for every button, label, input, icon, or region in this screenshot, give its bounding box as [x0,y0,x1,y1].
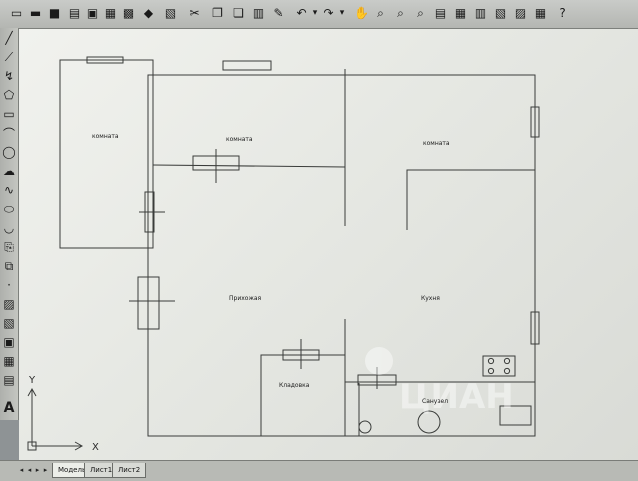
layout-tabs-bar: ◂ ◂ ▸ ▸ Модель Лист1 Лист2 [0,460,638,481]
storage-walls [260,354,345,436]
room1-label: комната [92,133,119,140]
paste-icon[interactable]: ❏ [230,4,247,22]
room2-bottom-wall [152,164,346,168]
last-tab-icon[interactable]: ▸ [42,464,49,476]
window [222,60,272,71]
calculator-icon[interactable]: ▦ [532,4,549,22]
revision-cloud-icon[interactable]: ☁ [1,163,17,179]
undo-icon[interactable]: ↶ [293,4,310,22]
toilet [358,420,372,434]
hall-label: Прихожая [229,295,262,302]
zoom-window-icon[interactable]: ⌕ [392,4,409,22]
hatch-icon[interactable]: ▨ [1,296,17,312]
room3-label: комната [423,140,450,147]
publish-icon[interactable]: ▩ [120,4,137,22]
room3-partition [406,169,535,230]
drawing-area[interactable]: ЦИАН комната комната комната Прихожая Ку… [19,29,638,460]
line-icon[interactable]: ╱ [1,30,17,46]
match-properties-icon[interactable]: ✎ [270,4,287,22]
ucs-x-label: X [92,442,99,453]
cut-icon[interactable]: ✂ [186,4,203,22]
open-folder-icon[interactable]: ▬ [27,4,44,22]
polyline-icon[interactable]: ↯ [1,68,17,84]
kitchen-label: Кухня [421,295,440,302]
ucs-icon [27,387,84,451]
stove [482,355,516,377]
circle-icon[interactable]: ◯ [1,144,17,160]
pan-icon[interactable]: ✋ [353,4,370,22]
spline-icon[interactable]: ∿ [1,182,17,198]
etransmit-icon[interactable]: ▧ [162,4,179,22]
first-tab-icon[interactable]: ◂ [18,464,25,476]
point-icon[interactable]: · [1,277,17,293]
prev-tab-icon[interactable]: ◂ [26,464,33,476]
sheet-set-icon[interactable]: ▧ [492,4,509,22]
print-icon[interactable]: ▤ [66,4,83,22]
next-tab-icon[interactable]: ▸ [34,464,41,476]
zoom-previous-icon[interactable]: ⌕ [412,4,429,22]
stove-burner [487,367,495,375]
markup-icon[interactable]: ▨ [512,4,529,22]
plot-icon[interactable]: ▦ [102,4,119,22]
gradient-icon[interactable]: ▧ [1,315,17,331]
help-icon[interactable]: ? [554,4,571,22]
clipboard-icon[interactable]: ▥ [250,4,267,22]
standard-toolbar: ▭ ▬ ■ ▤ ▣ ▦ ▩ ◆ ▧ ✂ ❐ ❏ ▥ ✎ ↶ ▾ ↷ ▾ ✋ ⌕ … [0,0,638,29]
3d-dwf-icon[interactable]: ◆ [140,4,157,22]
ucs-y-label: Y [28,375,36,386]
tool-palettes-icon[interactable]: ▥ [472,4,489,22]
undo-dropdown-icon[interactable]: ▾ [310,4,320,22]
zoom-realtime-icon[interactable]: ⌕ [372,4,389,22]
make-block-icon[interactable]: ⧉ [1,258,17,274]
ellipse-icon[interactable]: ⬭ [1,201,17,217]
preview-icon[interactable]: ▣ [84,4,101,22]
stove-burner [503,357,511,365]
construction-line-icon[interactable]: ⟋ [1,49,17,65]
region-icon[interactable]: ▣ [1,334,17,350]
ellipse-arc-icon[interactable]: ◡ [1,220,17,236]
multiline-text-icon[interactable]: A [1,400,17,416]
arc-icon[interactable]: ⌒ [1,125,17,141]
table-icon[interactable]: ▦ [1,353,17,369]
redo-dropdown-icon[interactable]: ▾ [337,4,347,22]
draw-toolbar: ╱ ⟋ ↯ ⬠ ▭ ⌒ ◯ ☁ ∿ ⬭ ◡ ⎘ ⧉ · ▨ ▧ ▣ ▦ ▤ A [0,28,19,420]
rectangle-icon[interactable]: ▭ [1,106,17,122]
boundary-icon[interactable]: ▤ [1,372,17,388]
design-center-icon[interactable]: ▦ [452,4,469,22]
properties-icon[interactable]: ▤ [432,4,449,22]
redo-icon[interactable]: ↷ [320,4,337,22]
storage-label: Кладовка [279,382,310,389]
bathroom-label: Санузел [422,398,448,405]
new-file-icon[interactable]: ▭ [8,4,25,22]
polygon-icon[interactable]: ⬠ [1,87,17,103]
copy-icon[interactable]: ❐ [209,4,226,22]
tab-layout2[interactable]: Лист2 [112,463,147,478]
insert-block-icon[interactable]: ⎘ [1,239,17,255]
room2-label: комната [226,136,253,143]
watermark-logo-icon [365,347,393,375]
stove-burner [503,367,511,375]
save-icon[interactable]: ■ [46,4,63,22]
watermark-text: ЦИАН [399,377,514,417]
floor-plan: ЦИАН комната комната комната Прихожая Ку… [27,56,540,453]
room1-walls [59,59,154,249]
stove-burner [487,357,495,365]
